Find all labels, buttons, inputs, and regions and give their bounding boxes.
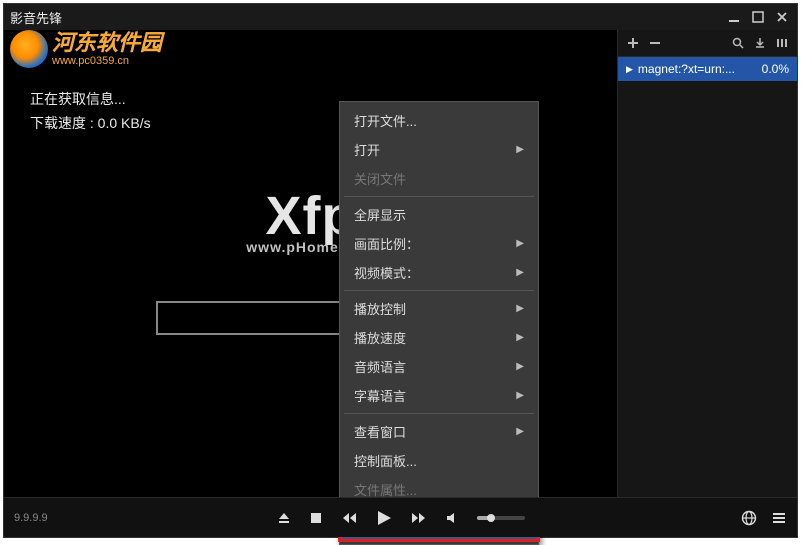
mute-button[interactable] (445, 511, 459, 525)
menu-item-label: 关闭文件 (354, 169, 406, 188)
menu-item-label: 打开 (354, 140, 380, 159)
playlist-item-progress: 0.0% (762, 62, 789, 76)
site-logo-icon (10, 30, 48, 68)
playlist-add-button[interactable] (626, 36, 640, 50)
playlist-search-icon[interactable] (731, 36, 745, 50)
menu-item[interactable]: 画面比例： ▶ (340, 229, 538, 258)
prev-button[interactable] (341, 511, 357, 525)
menu-item-label: 全屏显示 (354, 205, 406, 224)
menu-item[interactable]: 字幕语言 ▶ (340, 381, 538, 410)
playlist-item-name: magnet:?xt=urn:... (638, 62, 735, 76)
maximize-button[interactable] (749, 8, 767, 26)
version-label: 9.9.9.9 (14, 512, 48, 524)
stop-button[interactable] (309, 511, 323, 525)
playlist-download-icon[interactable] (753, 36, 767, 50)
speed-label: 下载速度 : (30, 115, 94, 131)
speed-value: 0.0 KB/s (98, 115, 151, 131)
playlist-panel: ▶ magnet:?xt=urn:... 0.0% (617, 30, 797, 497)
menu-item[interactable]: 控制面板... (340, 446, 538, 475)
submenu-arrow-icon: ▶ (516, 238, 524, 249)
menu-separator (344, 290, 534, 291)
globe-icon[interactable] (741, 510, 757, 526)
submenu-arrow-icon: ▶ (516, 303, 524, 314)
submenu-arrow-icon: ▶ (516, 361, 524, 372)
title-bar: 影音先锋 (4, 4, 797, 30)
submenu-arrow-icon: ▶ (516, 144, 524, 155)
submenu-arrow-icon: ▶ (516, 332, 524, 343)
eject-button[interactable] (277, 511, 291, 525)
menu-item-label: 视频模式： (354, 263, 419, 282)
menu-item-label: 音频语言 (354, 357, 406, 376)
playlist-item[interactable]: ▶ magnet:?xt=urn:... 0.0% (618, 57, 797, 81)
player-bottom-bar: 9.9.9.9 (4, 497, 797, 537)
menu-item-label: 控制面板... (354, 451, 417, 470)
menu-item-label: 打开文件... (354, 111, 417, 130)
menu-separator (344, 413, 534, 414)
site-watermark: 河东软件园 www.pc0359.cn (10, 30, 162, 68)
status-area: 正在获取信息... 下载速度 : 0.0 KB/s (30, 88, 151, 136)
menu-item-label: 字幕语言 (354, 386, 406, 405)
playing-indicator-icon: ▶ (626, 64, 633, 75)
menu-separator (344, 196, 534, 197)
playlist-toggle-icon[interactable] (771, 510, 787, 526)
menu-item[interactable]: 全屏显示 (340, 200, 538, 229)
context-menu: 打开文件... 打开 ▶ 关闭文件全屏显示画面比例： ▶ 视频模式： ▶ 播放控制 ▶ 播放速度 ▶… (339, 101, 539, 545)
submenu-arrow-icon: ▶ (516, 267, 524, 278)
menu-item: 关闭文件 (340, 164, 538, 193)
next-button[interactable] (411, 511, 427, 525)
close-button[interactable] (773, 8, 791, 26)
loading-text: 正在获取信息... (30, 88, 151, 112)
playlist-menu-icon[interactable] (775, 36, 789, 50)
site-name: 河东软件园 (52, 32, 162, 54)
menu-item[interactable]: 播放速度 ▶ (340, 323, 538, 352)
menu-item[interactable]: 播放控制 ▶ (340, 294, 538, 323)
menu-item-label: 播放控制 (354, 299, 406, 318)
play-button[interactable] (375, 509, 393, 527)
submenu-arrow-icon: ▶ (516, 390, 524, 401)
playlist-remove-button[interactable] (648, 36, 662, 50)
menu-item-label: 画面比例： (354, 234, 419, 253)
menu-item[interactable]: 音频语言 ▶ (340, 352, 538, 381)
app-title: 影音先锋 (10, 8, 62, 27)
menu-item[interactable]: 视频模式： ▶ (340, 258, 538, 287)
menu-item-label: 查看窗口 (354, 422, 406, 441)
menu-item[interactable]: 查看窗口 ▶ (340, 417, 538, 446)
menu-item[interactable]: 打开 ▶ (340, 135, 538, 164)
submenu-arrow-icon: ▶ (516, 426, 524, 437)
volume-slider[interactable] (477, 516, 525, 520)
menu-item[interactable]: 打开文件... (340, 106, 538, 135)
minimize-button[interactable] (725, 8, 743, 26)
menu-item-label: 播放速度 (354, 328, 406, 347)
video-area[interactable]: 河东软件园 www.pc0359.cn 正在获取信息... 下载速度 : 0.0… (4, 30, 617, 497)
site-url: www.pc0359.cn (52, 56, 162, 67)
